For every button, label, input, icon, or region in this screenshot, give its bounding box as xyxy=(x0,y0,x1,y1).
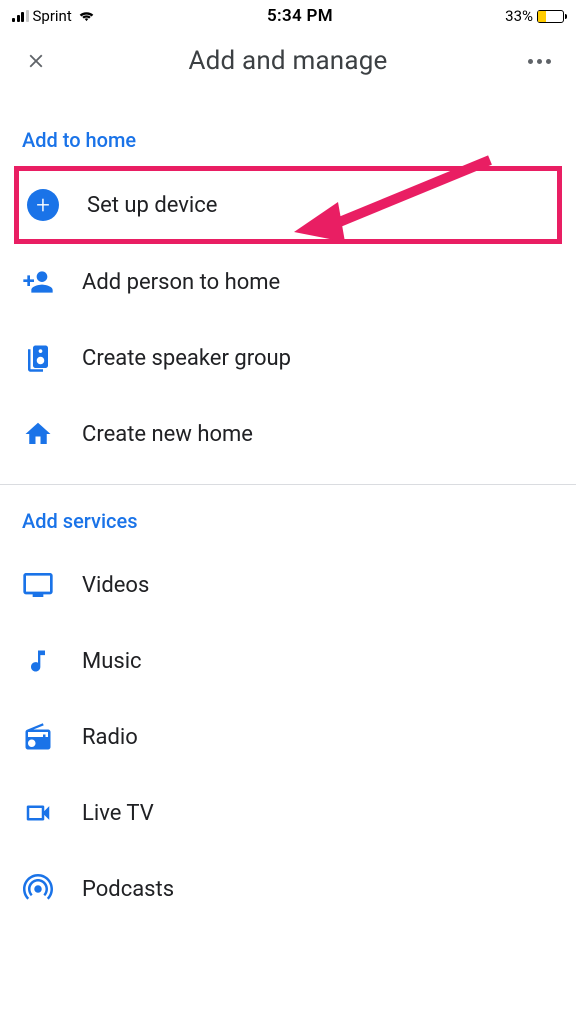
signal-icon xyxy=(12,10,29,22)
item-label: Create new home xyxy=(82,422,253,447)
item-videos[interactable]: Videos xyxy=(0,547,576,623)
item-podcasts[interactable]: Podcasts xyxy=(0,851,576,927)
highlight-annotation: + Set up device xyxy=(14,166,562,244)
video-camera-icon xyxy=(22,797,54,829)
item-set-up-device[interactable]: + Set up device xyxy=(19,171,557,239)
battery-icon xyxy=(537,10,564,23)
item-label: Podcasts xyxy=(82,877,174,902)
status-time: 5:34 PM xyxy=(267,6,333,26)
item-music[interactable]: Music xyxy=(0,623,576,699)
item-label: Live TV xyxy=(82,801,154,826)
item-radio[interactable]: Radio xyxy=(0,699,576,775)
wifi-icon xyxy=(78,10,95,23)
section-header-add-services: Add services xyxy=(0,485,576,547)
radio-icon xyxy=(22,721,54,753)
item-label: Set up device xyxy=(87,193,217,218)
status-left: Sprint xyxy=(12,7,95,25)
podcast-icon xyxy=(22,873,54,905)
item-label: Music xyxy=(82,649,142,674)
item-label: Radio xyxy=(82,725,138,750)
item-label: Create speaker group xyxy=(82,346,291,371)
music-note-icon xyxy=(22,645,54,677)
item-live-tv[interactable]: Live TV xyxy=(0,775,576,851)
item-create-home[interactable]: Create new home xyxy=(0,396,576,472)
close-button[interactable] xyxy=(22,47,50,75)
section-header-add-to-home: Add to home xyxy=(0,88,576,166)
status-bar: Sprint 5:34 PM 33% xyxy=(0,0,576,30)
item-speaker-group[interactable]: Create speaker group xyxy=(0,320,576,396)
carrier-label: Sprint xyxy=(33,7,72,25)
more-button[interactable] xyxy=(526,47,554,75)
battery-percent: 33% xyxy=(505,7,533,25)
person-add-icon xyxy=(22,266,54,298)
item-label: Add person to home xyxy=(82,270,280,295)
item-add-person[interactable]: Add person to home xyxy=(0,244,576,320)
more-icon xyxy=(528,59,533,64)
item-label: Videos xyxy=(82,573,149,598)
tv-icon xyxy=(22,569,54,601)
app-header: Add and manage xyxy=(0,30,576,88)
plus-circle-icon: + xyxy=(27,189,59,221)
close-icon xyxy=(25,50,47,72)
page-title: Add and manage xyxy=(189,46,388,76)
status-right: 33% xyxy=(505,7,564,25)
home-icon xyxy=(22,418,54,450)
speaker-group-icon xyxy=(22,342,54,374)
